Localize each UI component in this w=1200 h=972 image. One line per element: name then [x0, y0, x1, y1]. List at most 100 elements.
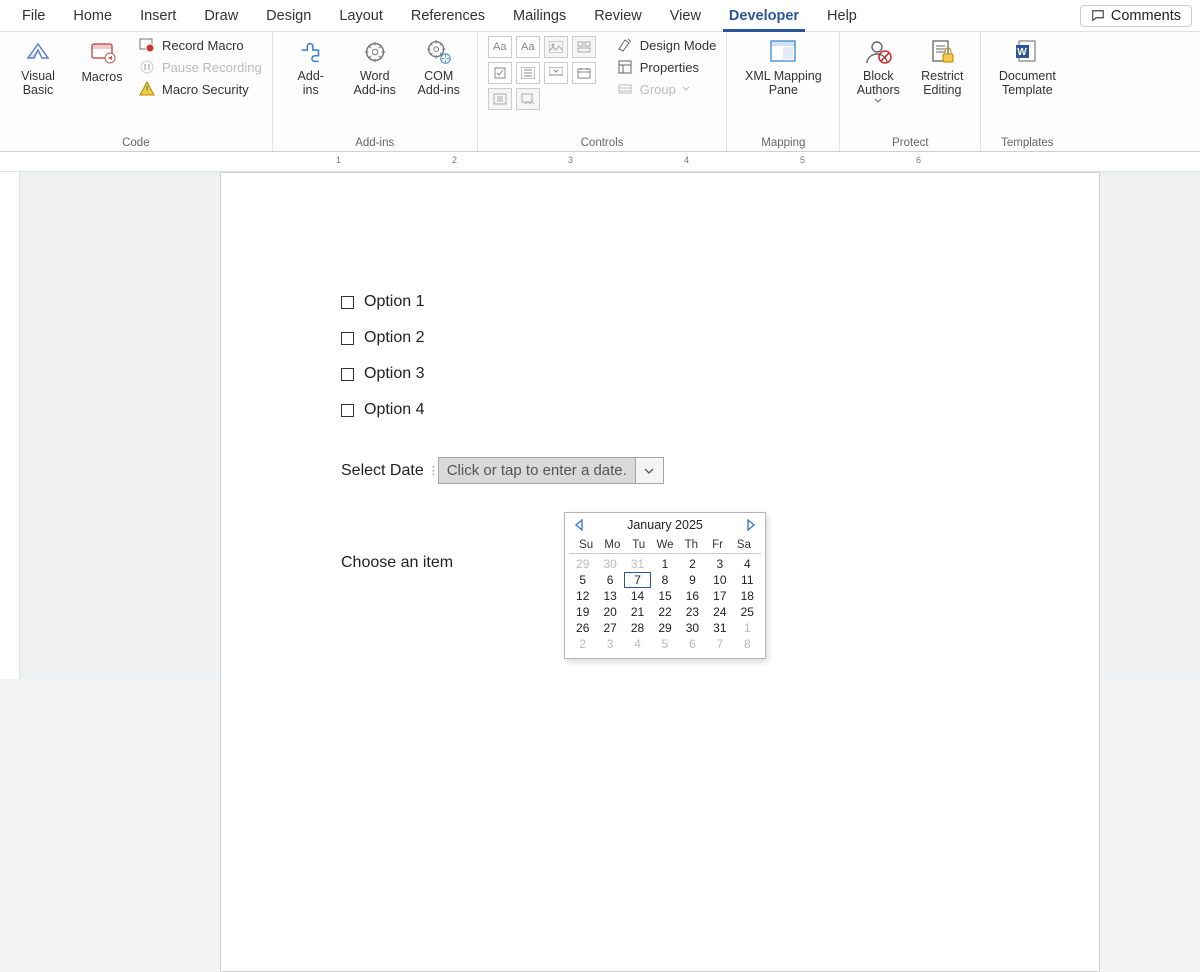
calendar-day[interactable]: 14 — [624, 588, 651, 604]
horizontal-ruler[interactable]: 123456 — [0, 152, 1200, 172]
calendar-day[interactable]: 15 — [651, 588, 678, 604]
checkbox-control-button[interactable] — [488, 62, 512, 84]
calendar-day[interactable]: 5 — [651, 636, 678, 652]
rich-text-control-button[interactable]: Aa — [488, 36, 512, 58]
calendar-day[interactable]: 21 — [624, 604, 651, 620]
calendar-dow: Th — [678, 537, 704, 553]
calendar-day[interactable]: 18 — [734, 588, 761, 604]
dropdown-control-button[interactable] — [544, 62, 568, 84]
date-placeholder[interactable]: Click or tap to enter a date. — [438, 457, 636, 484]
block-authors-button[interactable]: Block Authors — [850, 36, 906, 104]
menu-tab-help[interactable]: Help — [813, 4, 871, 28]
calendar-day[interactable]: 17 — [706, 588, 733, 604]
calendar-day[interactable]: 8 — [651, 572, 678, 588]
checkbox[interactable] — [341, 368, 354, 381]
visual-basic-icon — [22, 36, 54, 68]
repeating-section-control-button[interactable] — [488, 88, 512, 110]
calendar-day[interactable]: 24 — [706, 604, 733, 620]
calendar-day[interactable]: 31 — [624, 556, 651, 572]
ruler-mark: 3 — [568, 155, 573, 165]
calendar-day[interactable]: 7 — [706, 636, 733, 652]
com-addins-button[interactable]: COM Add-ins — [411, 36, 467, 98]
calendar-day[interactable]: 3 — [596, 636, 623, 652]
calendar-day[interactable]: 30 — [679, 620, 706, 636]
visual-basic-button[interactable]: Visual Basic — [10, 36, 66, 98]
calendar-day[interactable]: 10 — [706, 572, 733, 588]
calendar-day[interactable]: 30 — [596, 556, 623, 572]
legacy-tools-button[interactable] — [516, 88, 540, 110]
picture-control-button[interactable] — [544, 36, 568, 58]
calendar-day[interactable]: 2 — [569, 636, 596, 652]
combobox-control-button[interactable] — [516, 62, 540, 84]
comments-button[interactable]: Comments — [1080, 5, 1192, 27]
building-block-control-button[interactable] — [572, 36, 596, 58]
calendar-day[interactable]: 3 — [706, 556, 733, 572]
calendar-day[interactable]: 29 — [651, 620, 678, 636]
date-dropdown-button[interactable] — [636, 457, 664, 484]
calendar-day[interactable]: 25 — [734, 604, 761, 620]
calendar-day[interactable]: 1 — [734, 620, 761, 636]
menu-tab-layout[interactable]: Layout — [325, 4, 397, 28]
macro-security-button[interactable]: ! Macro Security — [138, 80, 262, 98]
calendar-day[interactable]: 23 — [679, 604, 706, 620]
calendar-day[interactable]: 11 — [734, 572, 761, 588]
calendar-day[interactable]: 29 — [569, 556, 596, 572]
calendar-day[interactable]: 9 — [679, 572, 706, 588]
calendar-day[interactable]: 31 — [706, 620, 733, 636]
group-button[interactable]: Group — [616, 80, 717, 98]
addins-button[interactable]: Add- ins — [283, 36, 339, 98]
menu-tab-review[interactable]: Review — [580, 4, 656, 28]
calendar-day[interactable]: 6 — [679, 636, 706, 652]
plain-text-control-button[interactable]: Aa — [516, 36, 540, 58]
calendar-prev-button[interactable] — [571, 517, 587, 533]
checkbox[interactable] — [341, 332, 354, 345]
calendar-day[interactable]: 16 — [679, 588, 706, 604]
calendar-day[interactable]: 20 — [596, 604, 623, 620]
date-picker-control-button[interactable] — [572, 62, 596, 84]
document-template-button[interactable]: W Document Template — [991, 36, 1063, 98]
menu-tab-mailings[interactable]: Mailings — [499, 4, 580, 28]
control-handle-left[interactable]: ⋮⋮ — [428, 468, 434, 474]
calendar-day[interactable]: 5 — [569, 572, 596, 588]
calendar-day[interactable]: 1 — [651, 556, 678, 572]
properties-button[interactable]: Properties — [616, 58, 717, 76]
checkbox[interactable] — [341, 296, 354, 309]
calendar-day[interactable]: 13 — [596, 588, 623, 604]
checkbox[interactable] — [341, 404, 354, 417]
restrict-editing-button[interactable]: Restrict Editing — [914, 36, 970, 98]
menu-tab-home[interactable]: Home — [59, 4, 126, 28]
record-macro-button[interactable]: Record Macro — [138, 36, 262, 54]
menu-tab-design[interactable]: Design — [252, 4, 325, 28]
design-mode-button[interactable]: Design Mode — [616, 36, 717, 54]
calendar-day[interactable]: 7 — [624, 572, 651, 588]
option-label: Option 2 — [364, 329, 424, 347]
menu-tab-developer[interactable]: Developer — [715, 4, 813, 28]
calendar-day[interactable]: 19 — [569, 604, 596, 620]
menu-tab-references[interactable]: References — [397, 4, 499, 28]
menu-tab-view[interactable]: View — [656, 4, 715, 28]
date-picker-control[interactable]: Click or tap to enter a date. — [438, 457, 664, 484]
menu-tab-file[interactable]: File — [8, 4, 59, 28]
calendar-day[interactable]: 26 — [569, 620, 596, 636]
xml-mapping-pane-button[interactable]: XML Mapping Pane — [737, 36, 829, 98]
calendar-day[interactable]: 2 — [679, 556, 706, 572]
menu-bar: FileHomeInsertDrawDesignLayoutReferences… — [0, 0, 1200, 32]
vertical-ruler[interactable] — [0, 172, 20, 679]
pause-recording-label: Pause Recording — [162, 60, 262, 75]
group-protect: Block Authors Restrict Editing Protect — [840, 32, 981, 151]
calendar-day[interactable]: 6 — [596, 572, 623, 588]
calendar-day[interactable]: 4 — [734, 556, 761, 572]
calendar-day[interactable]: 22 — [651, 604, 678, 620]
calendar-day[interactable]: 28 — [624, 620, 651, 636]
menu-tab-insert[interactable]: Insert — [126, 4, 190, 28]
option-label: Option 3 — [364, 365, 424, 383]
calendar-day[interactable]: 8 — [734, 636, 761, 652]
calendar-day[interactable]: 27 — [596, 620, 623, 636]
macro-security-label: Macro Security — [162, 82, 249, 97]
macros-button[interactable]: Macros — [74, 36, 130, 84]
calendar-day[interactable]: 12 — [569, 588, 596, 604]
word-addins-button[interactable]: Word Add-ins — [347, 36, 403, 98]
calendar-next-button[interactable] — [743, 517, 759, 533]
menu-tab-draw[interactable]: Draw — [190, 4, 252, 28]
calendar-day[interactable]: 4 — [624, 636, 651, 652]
